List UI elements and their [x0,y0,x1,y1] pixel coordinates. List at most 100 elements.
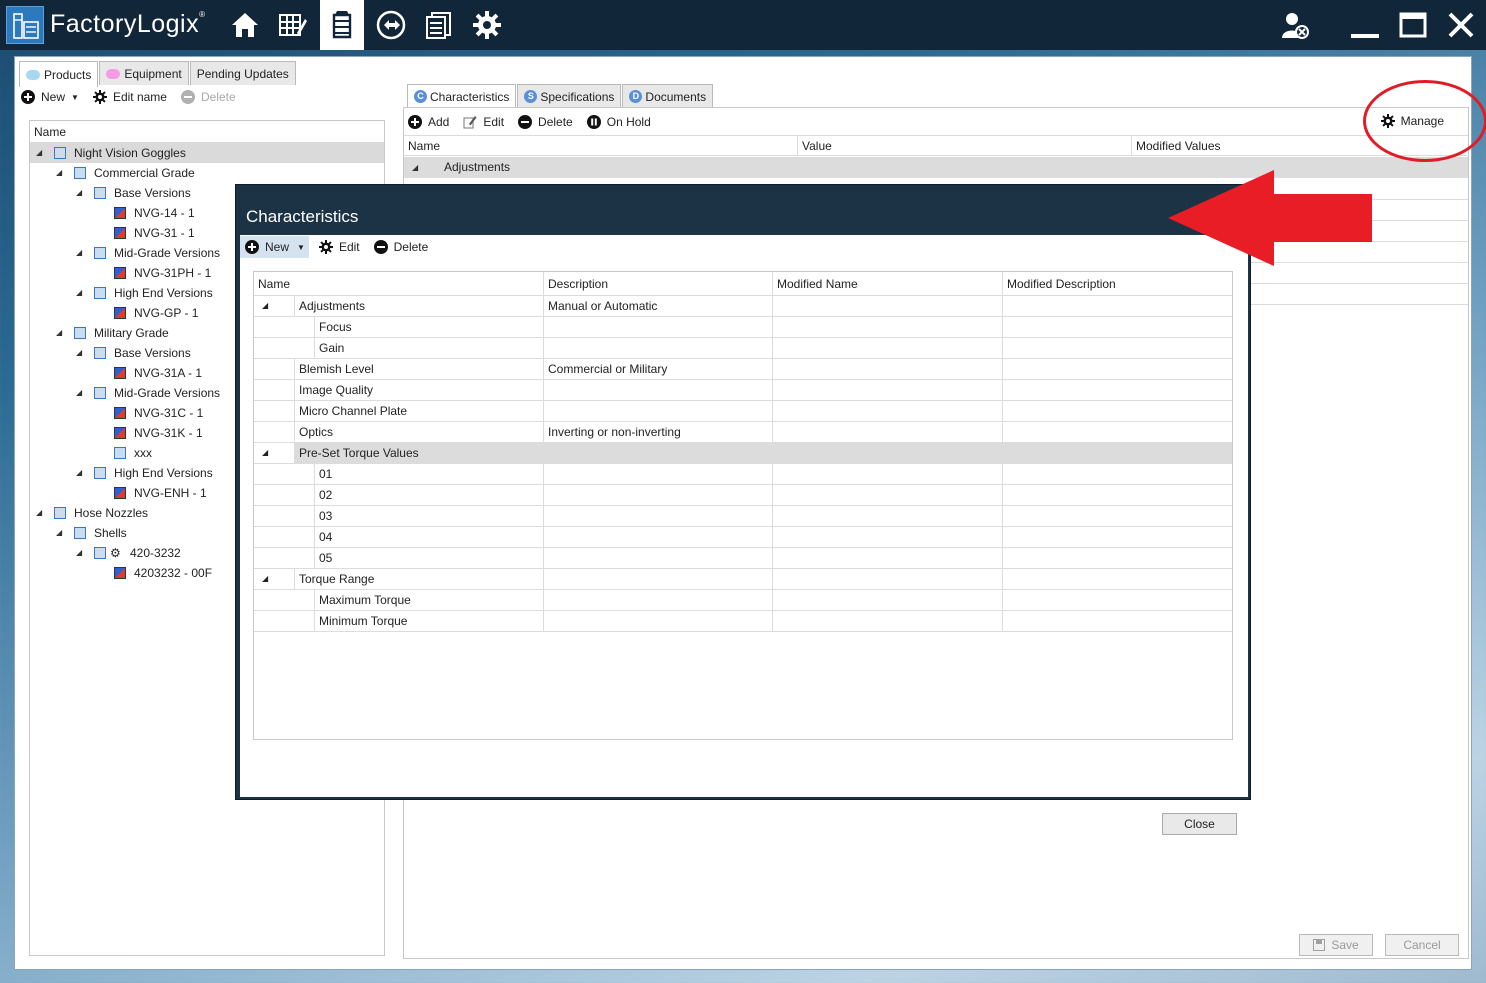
column-description[interactable]: Description [544,272,773,295]
tree-node-label: xxx [134,446,152,460]
column-name[interactable]: Name [404,136,798,156]
tree-node-label: Commercial Grade [94,166,195,180]
column-modified-description[interactable]: Modified Description [1003,272,1232,295]
collapse-triangle-icon[interactable]: ◢ [76,243,82,263]
cell-modified-name [773,611,1003,631]
dialog-grid-row[interactable]: Blemish Level Commercial or Military [254,359,1232,380]
title-bar: FactoryLogix® [0,0,1486,50]
tab-characteristics[interactable]: C Characteristics [407,84,517,108]
collapse-triangle-icon[interactable]: ◢ [56,323,62,343]
tab-pending-updates[interactable]: Pending Updates [189,61,296,85]
dialog-grid-row[interactable]: Image Quality [254,380,1232,401]
column-name[interactable]: Name [254,272,544,295]
cell-modified-name [773,422,1003,442]
add-button[interactable]: Add [408,115,449,129]
folder-doc-icon [54,507,66,519]
tree-node-label: NVG-14 - 1 [134,206,195,220]
routing-icon[interactable] [368,0,414,50]
dialog-grid-row[interactable]: Micro Channel Plate [254,401,1232,422]
grid-edit-icon[interactable] [269,0,315,50]
user-logout-icon[interactable] [1272,0,1318,50]
new-button[interactable]: New ▼ [21,90,79,104]
red-arrow-annotation [1168,170,1372,266]
tab-equipment[interactable]: Equipment [99,61,189,85]
chevron-down-icon[interactable]: ▼ [297,243,305,252]
dialog-grid-row[interactable]: ◢ Adjustments Manual or Automatic [254,296,1232,317]
documents-icon[interactable] [416,0,462,50]
collapse-triangle-icon[interactable]: ◢ [262,296,268,316]
cell-modified-description [1003,548,1232,568]
folder-doc-icon [94,347,106,359]
collapse-triangle-icon[interactable]: ◢ [76,383,82,403]
dialog-delete-button[interactable]: Delete [373,240,428,254]
edit-name-button[interactable]: Edit name [92,90,167,104]
edit-button[interactable]: Edit [463,115,504,129]
dialog-grid-row[interactable]: Optics Inverting or non-inverting [254,422,1232,443]
dialog-grid-row[interactable]: 02 [254,485,1232,506]
dialog-new-button[interactable]: New ▼ [240,236,309,258]
dialog-close-button[interactable]: Close [1162,813,1237,835]
cancel-button[interactable]: Cancel [1385,934,1459,956]
part-icon [114,427,126,439]
delete-label: Delete [200,90,236,104]
collapse-triangle-icon[interactable]: ◢ [56,163,62,183]
dialog-grid-row[interactable]: Maximum Torque [254,590,1232,611]
collapse-triangle-icon[interactable]: ◢ [76,343,82,363]
collapse-triangle-icon[interactable]: ◢ [262,443,268,463]
on-hold-label: On Hold [606,115,651,129]
tree-node-label: NVG-31 - 1 [134,226,195,240]
part-icon [114,567,126,579]
collapse-triangle-icon[interactable]: ◢ [412,157,418,178]
cell-modified-name [773,569,1003,589]
tab-products[interactable]: Products [19,61,99,87]
on-hold-button[interactable]: On Hold [586,115,651,129]
collapse-triangle-icon[interactable]: ◢ [76,463,82,483]
cell-modified-name [773,401,1003,421]
column-modified-name[interactable]: Modified Name [773,272,1003,295]
folder-doc-icon [74,527,86,539]
cell-modified-name [773,443,1003,463]
dialog-grid-row[interactable]: Focus [254,317,1232,338]
delete-characteristic-button[interactable]: Delete [518,115,573,129]
collapse-triangle-icon[interactable]: ◢ [262,569,268,589]
cell-description [544,401,773,421]
gear-icon[interactable] [464,0,510,50]
dialog-grid-row[interactable]: Minimum Torque [254,611,1232,632]
collapse-triangle-icon[interactable]: ◢ [76,183,82,203]
tree-node[interactable]: ◢ Night Vision Goggles [30,143,384,163]
cell-description [544,443,773,463]
tab-documents[interactable]: D Documents [622,84,714,108]
maximize-icon[interactable] [1390,0,1436,50]
dialog-grid-row[interactable]: 03 [254,506,1232,527]
collapse-triangle-icon[interactable]: ◢ [76,283,82,303]
collapse-triangle-icon[interactable]: ◢ [76,543,82,563]
dialog-grid-row[interactable]: 05 [254,548,1232,569]
collapse-triangle-icon[interactable]: ◢ [36,503,42,523]
folder-doc-icon [74,327,86,339]
cell-modified-description [1003,359,1232,379]
dialog-grid-row[interactable]: ◢ Pre-Set Torque Values [254,443,1232,464]
dialog-grid-row[interactable]: ◢ Torque Range [254,569,1232,590]
part-icon [114,487,126,499]
dialog-edit-button[interactable]: Edit [318,240,360,254]
chevron-down-icon[interactable]: ▼ [71,93,79,102]
collapse-triangle-icon[interactable]: ◢ [36,143,42,163]
cell-description [544,485,773,505]
delete-button[interactable]: Delete [180,90,236,104]
home-icon[interactable] [222,0,268,50]
dialog-grid-row[interactable]: 01 [254,464,1232,485]
product-tree-icon[interactable] [320,0,364,50]
close-icon[interactable] [1438,0,1484,50]
cell-modified-description [1003,590,1232,610]
save-button[interactable]: Save [1299,934,1373,956]
cell-description [544,527,773,547]
tree-node[interactable]: ◢ Commercial Grade [30,163,384,183]
tab-specifications[interactable]: S Specifications [517,84,622,108]
dialog-grid-row[interactable]: 04 [254,527,1232,548]
column-value[interactable]: Value [798,136,1132,156]
minimize-icon[interactable] [1342,0,1388,50]
dialog-grid-row[interactable]: Gain [254,338,1232,359]
tree-node-label: NVG-31A - 1 [134,366,203,380]
collapse-triangle-icon[interactable]: ◢ [56,523,62,543]
folder-doc-icon [94,387,106,399]
